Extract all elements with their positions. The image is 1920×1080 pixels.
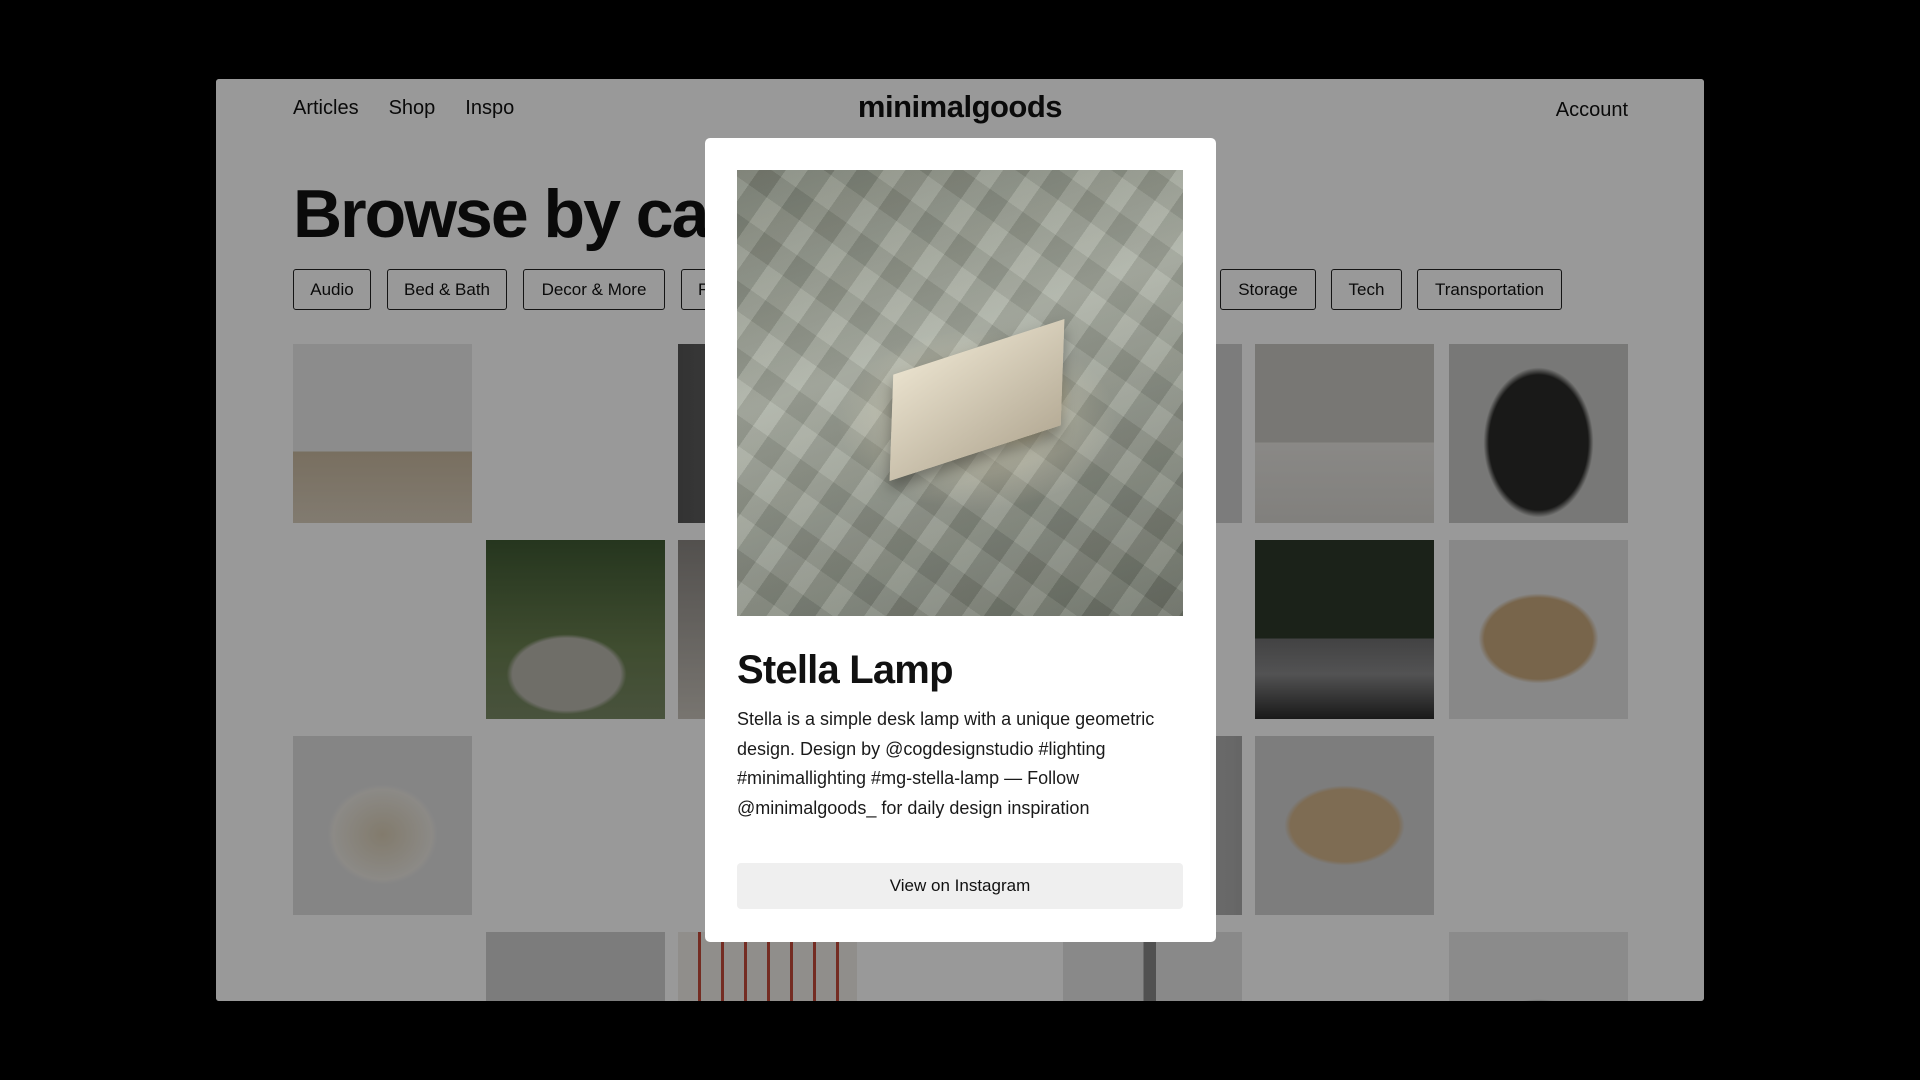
view-on-instagram-button[interactable]: View on Instagram xyxy=(737,863,1183,909)
product-title: Stella Lamp xyxy=(737,648,954,692)
product-description: Stella is a simple desk lamp with a uniq… xyxy=(737,709,1155,818)
product-modal: Stella Lamp Stella is a simple desk lamp… xyxy=(705,138,1216,942)
product-image xyxy=(737,170,1183,616)
book-shape xyxy=(889,319,1065,481)
